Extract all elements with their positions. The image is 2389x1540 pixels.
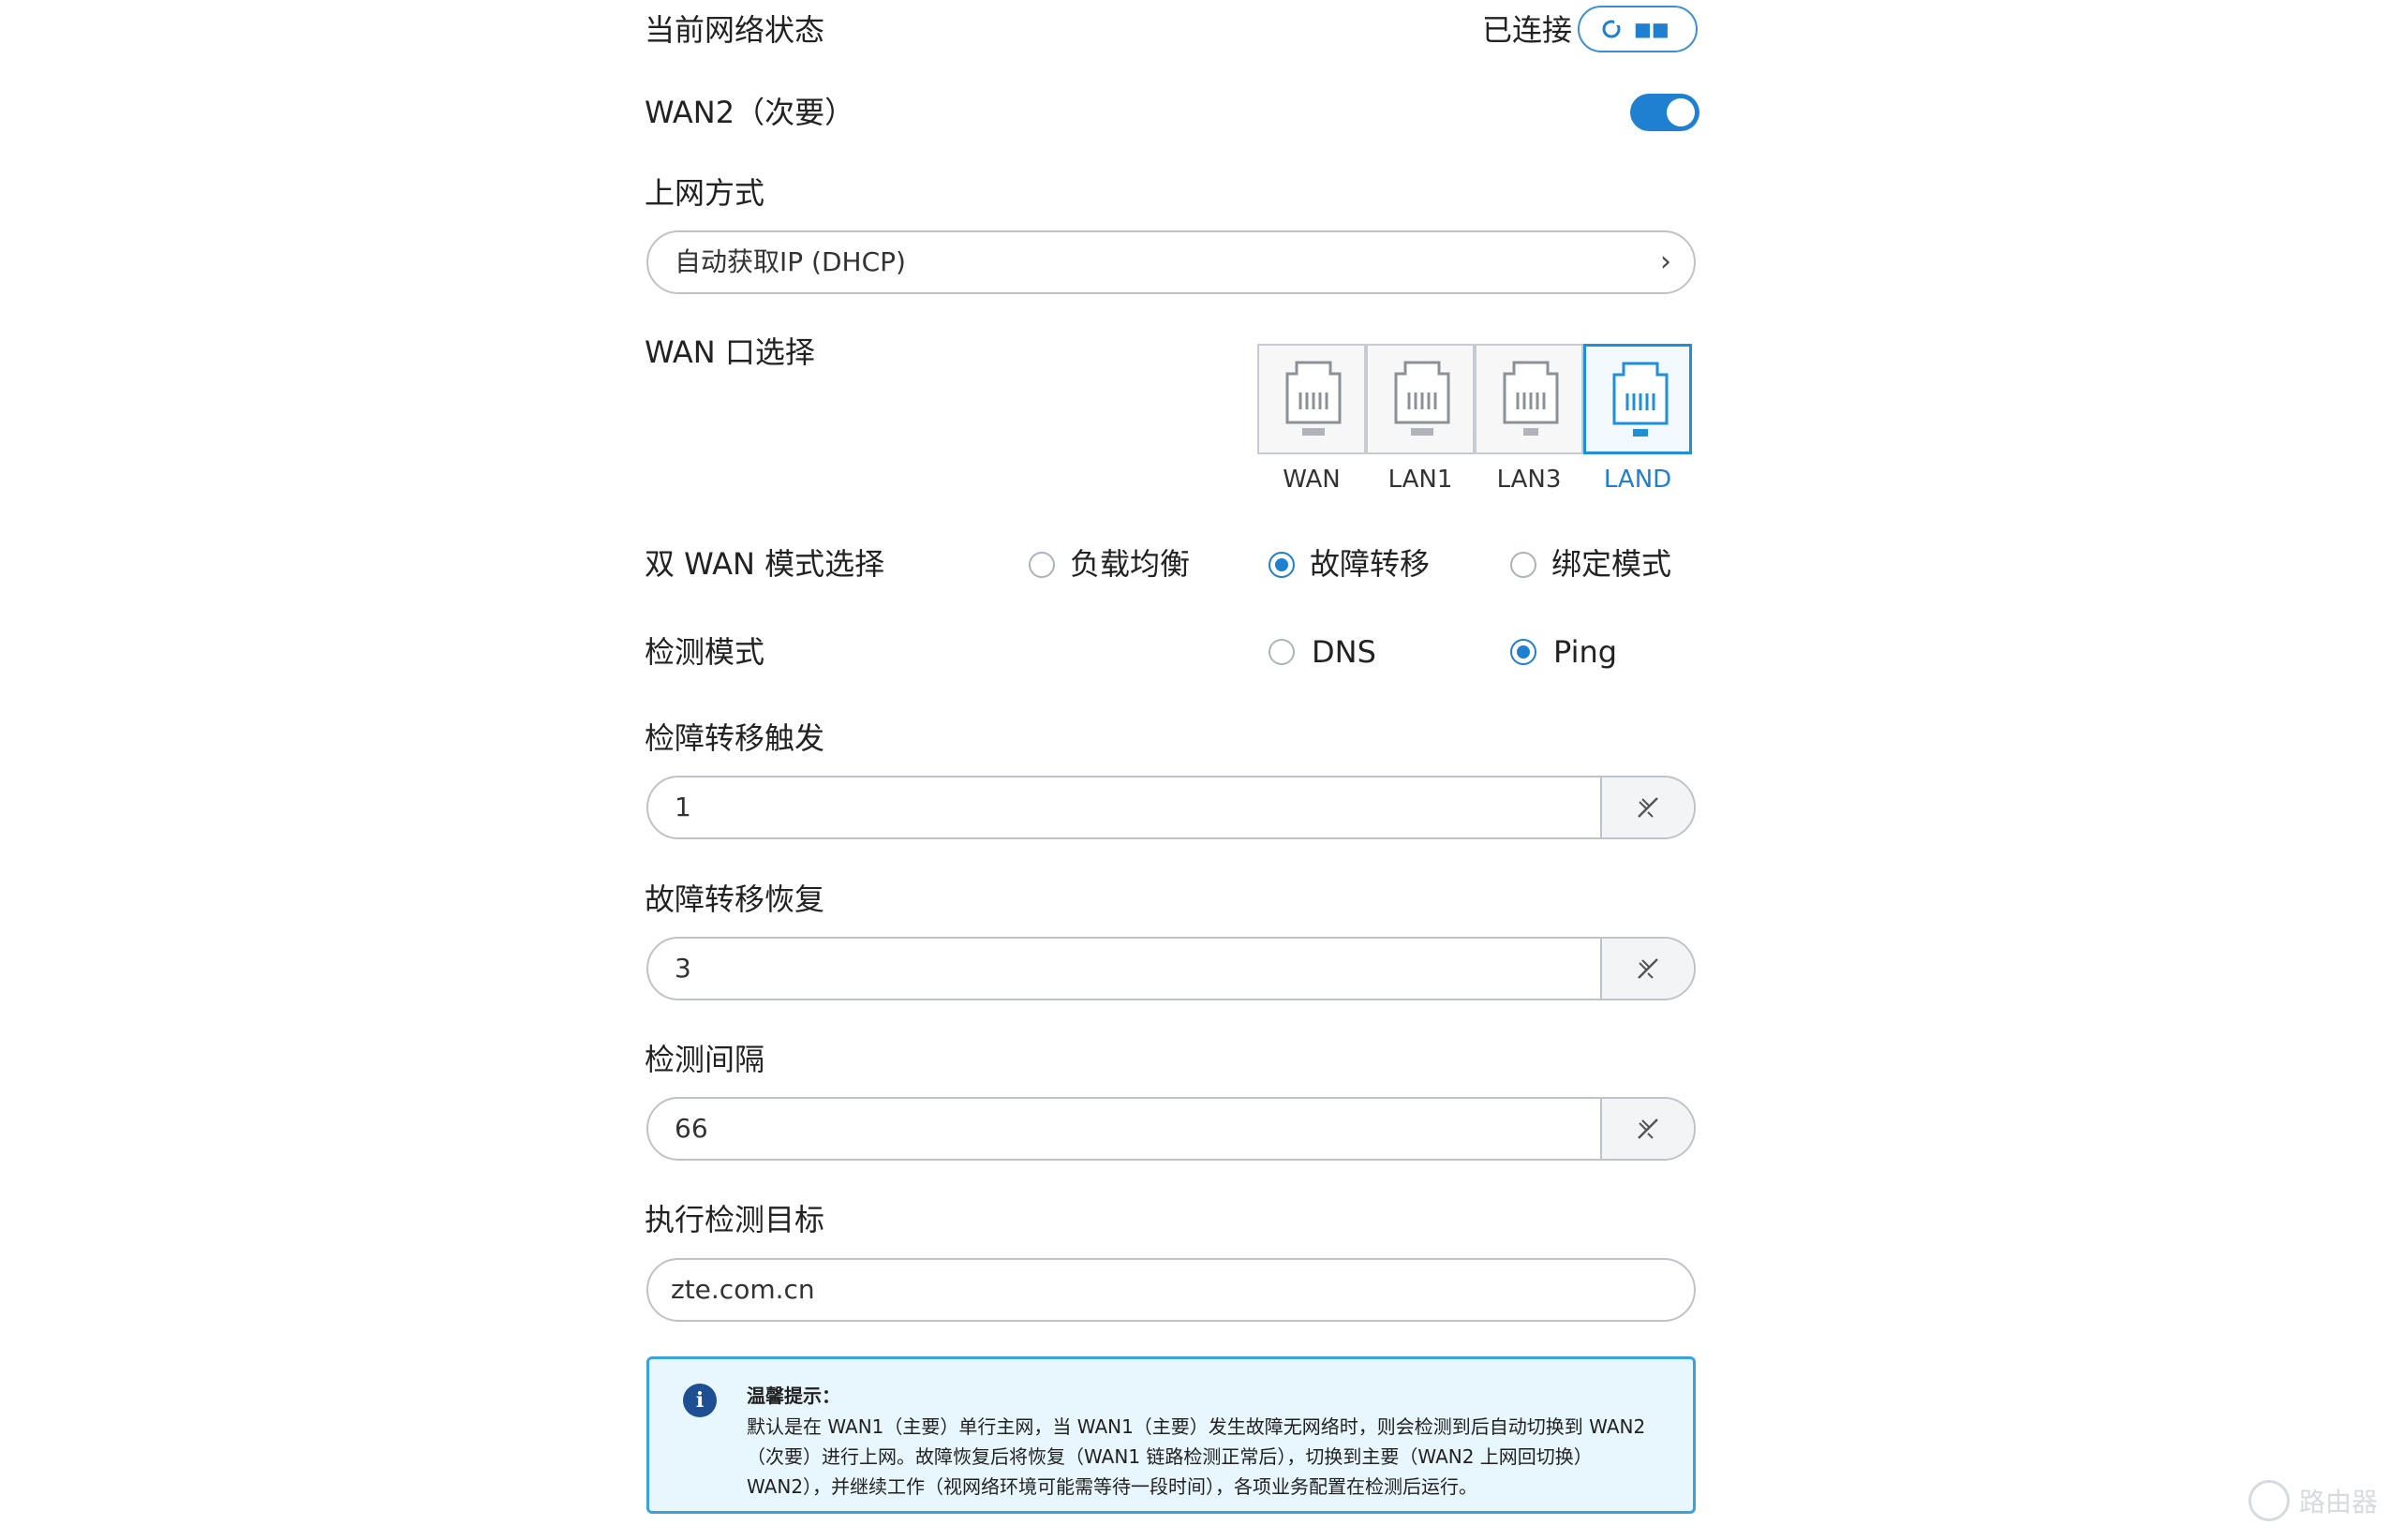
notice-box: i 温馨提示： 默认是在 WAN1（主要）单行主网，当 WAN1（主要）发生故障…: [646, 1356, 1696, 1514]
clear-icon: [1638, 797, 1658, 818]
failover-trigger-value: 1: [675, 792, 691, 822]
radio-label: Ping: [1553, 634, 1618, 670]
failover-recovery-label: 故障转移恢复: [645, 881, 825, 917]
status-value: 已连接: [1482, 12, 1573, 48]
detect-interval-input[interactable]: 66: [646, 1097, 1696, 1161]
failover-trigger-input[interactable]: 1: [646, 776, 1696, 839]
port-label: WAN: [1283, 466, 1341, 494]
detect-target-value: zte.com.cn: [671, 1274, 815, 1305]
clear-button[interactable]: [1600, 939, 1694, 999]
refresh-chip[interactable]: ■■: [1578, 6, 1698, 52]
info-icon: i: [683, 1384, 717, 1417]
clear-button[interactable]: [1600, 777, 1694, 837]
wan2-toggle[interactable]: [1630, 94, 1699, 131]
port-lan3[interactable]: [1475, 344, 1583, 454]
watermark-text: 路由器: [2298, 1487, 2378, 1518]
status-label: 当前网络状态: [645, 12, 825, 48]
port-label: LAND: [1603, 466, 1672, 494]
port-wan[interactable]: [1257, 344, 1366, 454]
wan-port-label: WAN 口选择: [645, 334, 815, 370]
radio-bind-mode[interactable]: [1510, 552, 1536, 578]
port-land[interactable]: [1583, 344, 1692, 454]
refresh-chip-text: ■■: [1634, 18, 1669, 40]
failover-recovery-value: 3: [675, 953, 691, 984]
chevron-right-icon: ›: [1660, 245, 1671, 278]
connection-type-label: 上网方式: [645, 175, 765, 211]
refresh-icon: [1602, 19, 1621, 38]
connection-type-select[interactable]: 自动获取IP (DHCP) ›: [646, 230, 1696, 294]
notice-body: 默认是在 WAN1（主要）单行主网，当 WAN1（主要）发生故障无网络时，则会检…: [747, 1415, 1646, 1498]
port-label: LAN1: [1387, 466, 1453, 494]
watermark: 路由器: [2248, 1480, 2378, 1521]
port-label: LAN3: [1496, 466, 1562, 494]
radio-label: 负载均衡: [1070, 546, 1191, 582]
wan2-label: WAN2（次要）: [645, 95, 855, 130]
ethernet-port-icon: [1612, 362, 1669, 437]
failover-trigger-label: 检障转移触发: [645, 720, 825, 756]
radio-load-balance[interactable]: [1029, 552, 1055, 578]
radio-label: 故障转移: [1310, 546, 1431, 582]
watermark-logo-icon: [2248, 1480, 2290, 1521]
detect-mode-label: 检测模式: [645, 634, 765, 670]
port-lan1[interactable]: [1366, 344, 1475, 454]
detect-interval-label: 检测间隔: [645, 1042, 765, 1077]
radio-failover[interactable]: [1269, 552, 1295, 578]
clear-button[interactable]: [1600, 1099, 1694, 1159]
radio-ping[interactable]: [1510, 639, 1536, 665]
ethernet-port-icon: [1394, 361, 1450, 436]
connection-type-value: 自动获取IP (DHCP): [675, 246, 906, 277]
detect-target-label: 执行检测目标: [645, 1202, 825, 1237]
detect-target-input[interactable]: zte.com.cn: [646, 1258, 1696, 1322]
clear-icon: [1638, 958, 1658, 979]
dual-wan-mode-label: 双 WAN 模式选择: [645, 546, 885, 582]
notice-title: 温馨提示：: [747, 1385, 840, 1407]
failover-recovery-input[interactable]: 3: [646, 937, 1696, 1000]
radio-label: DNS: [1312, 634, 1376, 670]
ethernet-port-icon: [1503, 361, 1559, 436]
radio-dns[interactable]: [1269, 639, 1295, 665]
ethernet-port-icon: [1285, 361, 1342, 436]
clear-icon: [1638, 1118, 1658, 1139]
detect-interval-value: 66: [675, 1113, 708, 1144]
toggle-knob: [1667, 98, 1695, 126]
radio-label: 绑定模式: [1551, 546, 1672, 582]
